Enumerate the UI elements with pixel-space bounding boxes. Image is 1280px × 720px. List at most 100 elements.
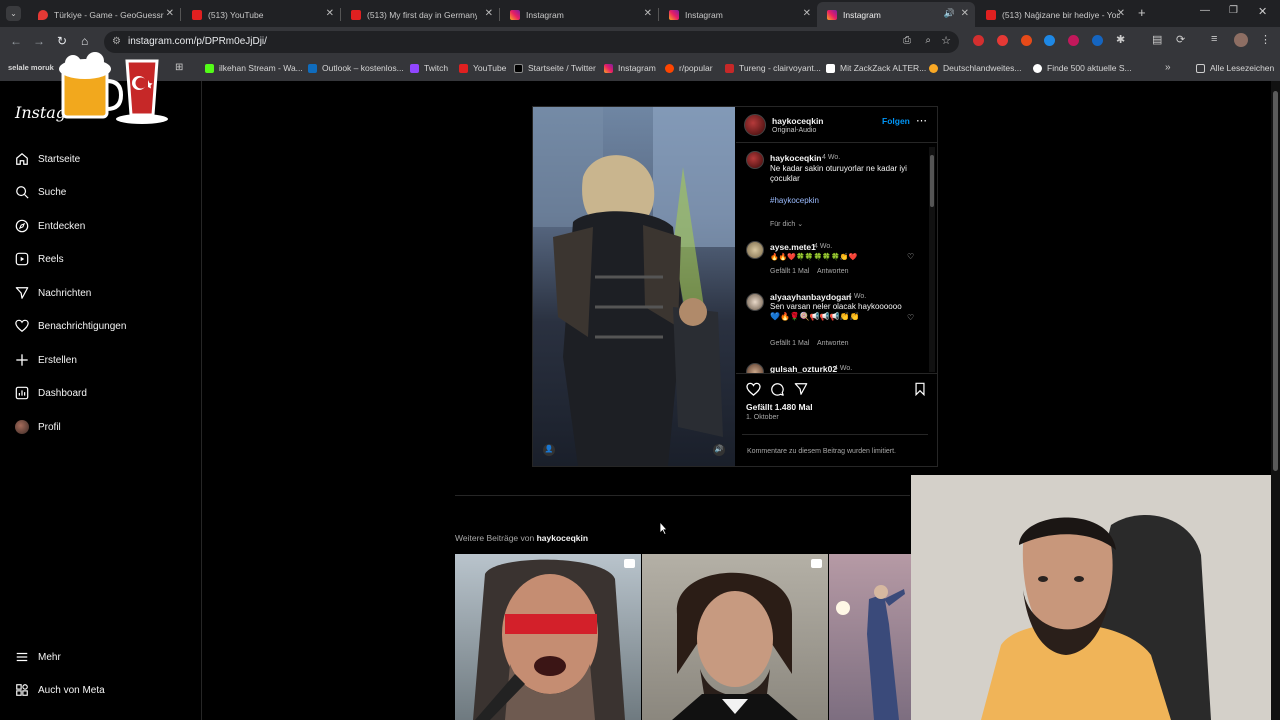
bookmark-item[interactable]: r/popular: [665, 63, 713, 73]
reply-button[interactable]: Antworten: [817, 268, 849, 275]
extension-icon[interactable]: [1044, 35, 1055, 46]
nav-messages[interactable]: Nachrichten: [15, 286, 91, 300]
bookmark-item[interactable]: Mit ZackZack ALTER...: [826, 63, 926, 73]
tab-geoguessr[interactable]: Türkiye - Game - GeoGuessr ✕: [28, 2, 181, 27]
media-control-icon[interactable]: ≡: [1211, 33, 1217, 45]
close-tab-icon[interactable]: ✕: [485, 8, 493, 19]
close-tab-icon[interactable]: ✕: [326, 8, 334, 19]
bookmark-item[interactable]: Tureng - clairvoyant...: [725, 63, 821, 73]
caption-username[interactable]: haykoceqkin: [770, 153, 822, 163]
zoom-icon[interactable]: ⌕: [925, 35, 931, 46]
author-avatar[interactable]: [744, 114, 766, 136]
more-post-thumbnail[interactable]: [455, 554, 641, 720]
like-icon[interactable]: [746, 382, 761, 396]
translate-toggle[interactable]: Für dich ⌄: [770, 220, 803, 228]
forward-icon[interactable]: →: [33, 34, 45, 48]
nav-create[interactable]: Erstellen: [15, 353, 77, 367]
bookmark-item[interactable]: Finde 500 aktuelle S...: [1033, 63, 1132, 73]
bookmark-item[interactable]: Outlook – kostenlos...: [308, 63, 404, 73]
follow-button[interactable]: Folgen: [882, 116, 910, 126]
reply-button[interactable]: Antworten: [817, 340, 849, 347]
nav-notifications[interactable]: Benachrichtigungen: [15, 319, 126, 333]
author-username[interactable]: haykoceqkin: [772, 116, 824, 126]
comment-avatar[interactable]: [746, 363, 764, 373]
post-video[interactable]: 👤 🔊: [533, 107, 735, 466]
extension-icon[interactable]: [1021, 35, 1032, 46]
profile-switch-icon[interactable]: ⟳: [1176, 33, 1185, 46]
bookmark-item[interactable]: ilkehan Stream - Wa...: [205, 63, 303, 73]
comment-avatar[interactable]: [746, 241, 764, 259]
extension-icon[interactable]: [1068, 35, 1079, 46]
nav-home[interactable]: Startseite: [15, 152, 80, 166]
like-comment-icon[interactable]: ♡: [907, 313, 914, 322]
hashtag-link[interactable]: #haykocepkin: [770, 196, 819, 205]
comment-username[interactable]: ayse.mete1: [770, 242, 816, 252]
nav-more[interactable]: Mehr: [15, 650, 61, 664]
kebab-menu-icon[interactable]: ⋮: [1260, 33, 1271, 46]
like-comment-icon[interactable]: ♡: [907, 252, 914, 261]
close-tab-icon[interactable]: ✕: [644, 8, 652, 19]
bookmark-item[interactable]: Startseite / Twitter: [514, 63, 596, 73]
new-tab-icon[interactable]: +: [1138, 5, 1146, 20]
extension-icon[interactable]: [997, 35, 1008, 46]
bookmark-item[interactable]: selale moruk: [8, 63, 54, 72]
all-bookmarks[interactable]: Alle Lesezeichen: [1196, 63, 1274, 73]
volume-icon[interactable]: 🔊: [713, 444, 725, 456]
tab-youtube[interactable]: (513) YouTube ✕: [182, 2, 341, 27]
tab-instagram-1[interactable]: Instagram ✕: [500, 2, 659, 27]
nav-reels[interactable]: Reels: [15, 252, 64, 266]
more-posts-username[interactable]: haykoceqkin: [537, 533, 589, 543]
bookmark-item[interactable]: Twitch: [410, 63, 448, 73]
restore-icon[interactable]: ❐: [1229, 5, 1238, 16]
nav-meta[interactable]: Auch von Meta: [15, 683, 105, 697]
comment-avatar[interactable]: [746, 293, 764, 311]
nav-profile[interactable]: Profil: [15, 420, 61, 434]
tab-youtube-hediye[interactable]: (513) Nağizane bir hediye - You ✕: [976, 2, 1131, 27]
comment-username[interactable]: alyaayhanbaydogan: [770, 292, 851, 302]
extensions-puzzle-icon[interactable]: ✱: [1116, 33, 1125, 46]
install-icon[interactable]: ⎙: [903, 35, 911, 46]
speaker-icon[interactable]: 🔊: [944, 8, 955, 19]
post-date[interactable]: 1. Oktober: [746, 414, 779, 421]
bookmark-star-icon[interactable]: ☆: [941, 34, 951, 47]
omnibox[interactable]: ⚙ instagram.com/p/DPRm0eJjDji/ ⎙ ⌕ ☆: [104, 31, 959, 53]
close-tab-icon[interactable]: ✕: [1117, 8, 1125, 19]
share-icon[interactable]: [794, 382, 808, 396]
nav-dashboard[interactable]: Dashboard: [15, 386, 87, 400]
save-bookmark-icon[interactable]: [914, 382, 926, 396]
apps-grid-icon[interactable]: ⊞: [175, 62, 183, 73]
extension-icon[interactable]: [1092, 35, 1103, 46]
extension-icon[interactable]: [973, 35, 984, 46]
more-bookmarks-icon[interactable]: »: [1165, 62, 1171, 73]
bookmark-item[interactable]: Instagram: [604, 63, 656, 73]
minimize-icon[interactable]: —: [1200, 5, 1210, 16]
tab-search-button[interactable]: ⌄: [6, 6, 21, 21]
user-tag-icon[interactable]: 👤: [543, 444, 555, 456]
comments-scrollbar[interactable]: [929, 147, 935, 372]
tab-instagram-active[interactable]: Instagram 🔊 ✕: [817, 2, 975, 27]
close-tab-icon[interactable]: ✕: [803, 8, 811, 19]
bookmark-item[interactable]: Deutschlandweites...: [929, 63, 1021, 73]
sidepanel-icon[interactable]: ▤: [1152, 33, 1162, 46]
more-post-thumbnail[interactable]: [829, 554, 911, 720]
close-tab-icon[interactable]: ✕: [166, 8, 174, 19]
tab-youtube-germany[interactable]: (513) My first day in Germany ✕: [341, 2, 500, 27]
back-icon[interactable]: ←: [10, 34, 22, 48]
tab-instagram-2[interactable]: Instagram ✕: [659, 2, 817, 27]
page-scrollbar[interactable]: [1271, 81, 1280, 720]
close-tab-icon[interactable]: ✕: [961, 8, 969, 19]
comment-icon[interactable]: [770, 382, 784, 396]
more-options-icon[interactable]: ⋯: [916, 114, 927, 127]
comment-likes[interactable]: Gefällt 1 Mal: [770, 268, 809, 275]
profile-avatar[interactable]: [1234, 33, 1248, 47]
nav-search[interactable]: Suche: [15, 185, 66, 199]
comment-username[interactable]: gulsah_ozturk02: [770, 364, 837, 373]
bookmark-item[interactable]: YouTube: [459, 63, 506, 73]
nav-explore[interactable]: Entdecken: [15, 219, 85, 233]
caption-avatar[interactable]: [746, 151, 764, 169]
more-post-thumbnail[interactable]: [642, 554, 828, 720]
audio-label[interactable]: Original-Audio: [772, 127, 816, 134]
comment-likes[interactable]: Gefällt 1 Mal: [770, 340, 809, 347]
close-window-icon[interactable]: ✕: [1258, 5, 1267, 18]
like-count[interactable]: Gefällt 1.480 Mal: [746, 402, 813, 412]
